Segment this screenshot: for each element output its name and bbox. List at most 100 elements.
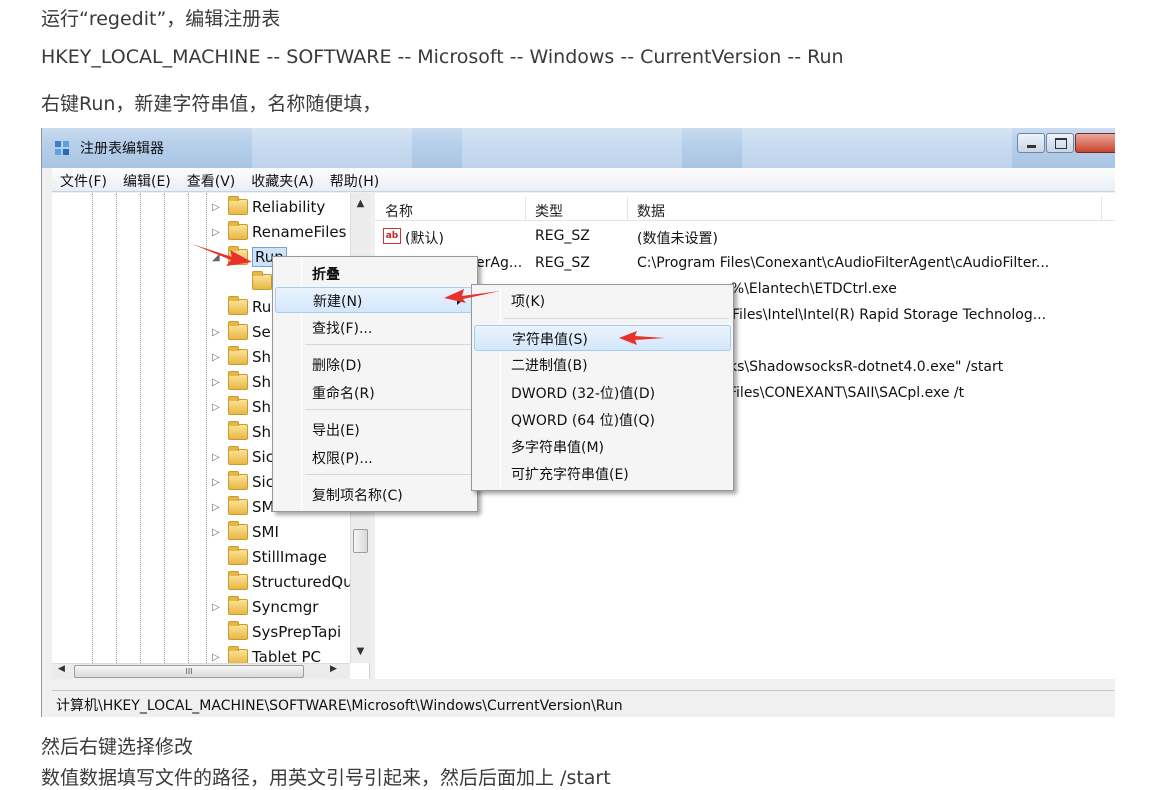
tree-item-label: Reliability [252, 198, 326, 216]
folder-icon [228, 596, 248, 615]
menu-item-copy-key-name[interactable]: 复制项名称(C) [275, 482, 475, 508]
tree-guide-line [164, 193, 165, 679]
tree-item-label: SysPrepTapi [252, 623, 342, 641]
column-type[interactable]: 类型 [535, 201, 563, 221]
folder-icon [228, 446, 248, 465]
menu-separator [305, 344, 473, 345]
scroll-up-icon[interactable]: ▲ [351, 195, 370, 213]
list-row[interactable]: erAg... REG_SZ C:\Program Files\Conexant… [375, 251, 1115, 277]
expand-icon[interactable]: ▷ [212, 652, 222, 663]
article-line-4: 然后右键选择修改 [41, 736, 194, 758]
scroll-left-icon[interactable]: ◀ [58, 664, 65, 674]
menu-separator [305, 409, 473, 410]
column-name[interactable]: 名称 [385, 201, 413, 221]
expand-icon[interactable]: ▷ [212, 502, 222, 513]
tree-item-label: RenameFiles [252, 223, 347, 241]
regedit-app-icon [55, 141, 69, 155]
folder-icon [228, 321, 248, 340]
folder-icon [228, 196, 248, 215]
folder-icon [228, 496, 248, 515]
window-titlebar[interactable]: 注册表编辑器 [42, 128, 1115, 168]
tree-item-label: Sic [252, 448, 274, 466]
column-divider[interactable] [1101, 197, 1102, 221]
menu-favorites[interactable]: 收藏夹(A) [243, 168, 322, 191]
tree-guide-line [140, 193, 141, 679]
submenu-item-string-value[interactable]: 字符串值(S) [474, 325, 731, 351]
column-divider[interactable] [627, 197, 628, 221]
expand-icon[interactable]: ▷ [212, 352, 222, 363]
minimize-button[interactable] [1017, 133, 1045, 153]
value-name: erAg... [476, 255, 523, 271]
tree-item-label: Ru [252, 298, 272, 316]
scroll-right-icon[interactable]: ▶ [330, 664, 337, 674]
article-line-3: 右键Run，新建字符串值，名称随便填， [41, 93, 382, 115]
expand-icon[interactable]: ▷ [212, 452, 222, 463]
folder-icon [228, 546, 248, 565]
tree-horizontal-scrollbar[interactable]: ◀ III ▶ [52, 663, 350, 679]
submenu-item-key[interactable]: 项(K) [474, 288, 731, 314]
column-divider[interactable] [525, 197, 526, 221]
expand-icon[interactable]: ▷ [212, 477, 222, 488]
value-data: Files\Intel\Intel(R) Rapid Storage Techn… [732, 307, 1047, 323]
tree-guide-line [116, 193, 117, 679]
folder-icon [228, 621, 248, 640]
expand-icon[interactable]: ▷ [212, 327, 222, 338]
menu-view[interactable]: 查看(V) [179, 168, 244, 191]
menu-item-collapse[interactable]: 折叠 [275, 261, 475, 287]
submenu-item-binary-value[interactable]: 二进制值(B) [474, 352, 731, 378]
folder-icon [228, 471, 248, 490]
article-line-2: HKEY_LOCAL_MACHINE -- SOFTWARE -- Micros… [41, 46, 844, 68]
list-header: 名称 类型 数据 [375, 197, 1115, 221]
scroll-thumb[interactable] [353, 529, 368, 553]
folder-icon [252, 271, 272, 290]
submenu-item-dword-value[interactable]: DWORD (32-位)值(D) [474, 380, 731, 406]
menu-item-find[interactable]: 查找(F)... [275, 315, 475, 341]
menu-edit[interactable]: 编辑(E) [115, 168, 179, 191]
expand-icon[interactable]: ▷ [212, 227, 222, 238]
value-data: es%\Elantech\ETDCtrl.exe [715, 281, 897, 297]
menu-file[interactable]: 文件(F) [52, 168, 115, 191]
folder-icon [228, 296, 248, 315]
submenu-item-multi-string-value[interactable]: 多字符串值(M) [474, 434, 731, 460]
red-arrow-annotation-icon [192, 244, 252, 266]
tree-item-label: StillImage [252, 548, 327, 566]
tree-item-label: Sh [252, 373, 272, 391]
menu-help[interactable]: 帮助(H) [322, 168, 387, 191]
scroll-thumb[interactable]: III [74, 665, 304, 678]
value-type: REG_SZ [535, 255, 590, 271]
value-type: REG_SZ [535, 228, 590, 244]
expand-icon[interactable]: ▷ [212, 202, 222, 213]
background-window-ghost [252, 128, 412, 168]
expand-icon[interactable]: ▷ [212, 527, 222, 538]
maximize-button[interactable] [1046, 133, 1074, 153]
tree-item-label: Sic [252, 473, 274, 491]
folder-icon [228, 221, 248, 240]
folder-icon [228, 421, 248, 440]
value-data: ks\ShadowsocksR-dotnet4.0.exe" /start [729, 359, 1004, 375]
menu-item-rename[interactable]: 重命名(R) [275, 380, 475, 406]
submenu-item-expandable-string-value[interactable]: 可扩充字符串值(E) [474, 461, 731, 487]
menu-item-new-label: 新建(N) [313, 294, 363, 310]
folder-icon [228, 346, 248, 365]
red-arrow-annotation-icon [619, 331, 665, 345]
submenu-item-qword-value[interactable]: QWORD (64 位)值(Q) [474, 407, 731, 433]
value-data: Files\CONEXANT\SAII\SACpl.exe /t [729, 385, 965, 401]
expand-icon[interactable]: ▷ [212, 402, 222, 413]
folder-icon [228, 396, 248, 415]
menu-separator [305, 474, 473, 475]
red-arrow-annotation-icon [444, 289, 500, 303]
menu-bar: 文件(F) 编辑(E) 查看(V) 收藏夹(A) 帮助(H) [52, 168, 1115, 192]
close-button[interactable] [1075, 133, 1115, 153]
expand-icon[interactable]: ▷ [212, 377, 222, 388]
scroll-down-icon[interactable]: ▼ [351, 643, 370, 661]
background-window-ghost [462, 128, 682, 168]
menu-item-export[interactable]: 导出(E) [275, 417, 475, 443]
column-data[interactable]: 数据 [637, 201, 665, 221]
menu-item-delete[interactable]: 删除(D) [275, 352, 475, 378]
expand-icon[interactable]: ▷ [212, 602, 222, 613]
tree-item-label: Sh [252, 398, 272, 416]
list-row[interactable]: ab (默认) REG_SZ (数值未设置) [375, 224, 1115, 250]
menu-item-permissions[interactable]: 权限(P)... [275, 445, 475, 471]
value-data: (数值未设置) [637, 231, 718, 247]
tree-item-label: Sh [252, 423, 272, 441]
